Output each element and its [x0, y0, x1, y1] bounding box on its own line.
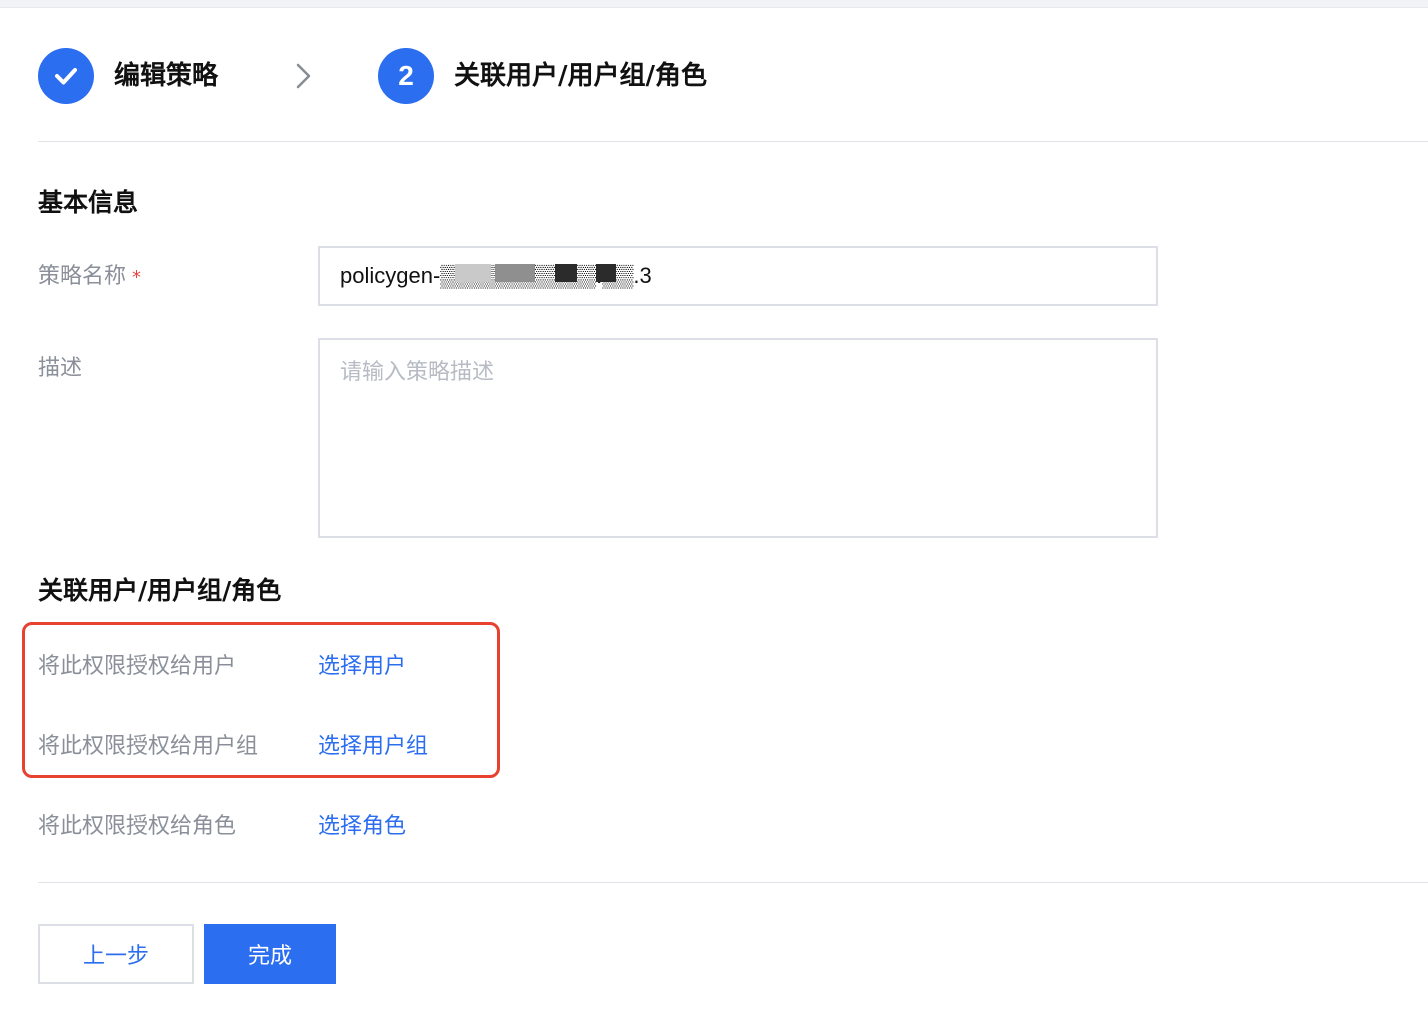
policy-name-label: 策略名称 *	[38, 262, 141, 293]
section-title-association: 关联用户/用户组/角色	[38, 576, 282, 605]
divider	[38, 141, 1428, 142]
redaction-mask	[495, 264, 535, 282]
policy-name-label-text: 策略名称	[38, 264, 127, 289]
step-2-label: 关联用户/用户组/角色	[454, 61, 707, 91]
step-done-check-icon	[38, 48, 94, 104]
assoc-role-label: 将此权限授权给角色	[38, 814, 237, 839]
assoc-row-role: 将此权限授权给角色 选择角色	[38, 806, 406, 842]
finish-button[interactable]: 完成	[204, 924, 336, 984]
annotation-highlight-box	[22, 622, 500, 778]
required-mark: *	[132, 267, 142, 288]
divider	[38, 882, 1428, 883]
redaction-mask	[455, 264, 491, 282]
previous-step-button[interactable]: 上一步	[38, 924, 194, 984]
chevron-right-icon	[296, 63, 311, 89]
section-title-basic-info: 基本信息	[38, 188, 139, 217]
policy-name-input[interactable]	[318, 246, 1158, 306]
step-1-label: 编辑策略	[114, 61, 219, 91]
redaction-mask	[596, 264, 616, 282]
select-role-link[interactable]: 选择角色	[318, 808, 406, 840]
description-textarea[interactable]	[318, 338, 1158, 538]
description-label: 描述	[38, 356, 83, 381]
top-bar	[0, 0, 1428, 8]
redaction-mask	[555, 264, 577, 282]
step-2-number: 2	[378, 48, 434, 104]
